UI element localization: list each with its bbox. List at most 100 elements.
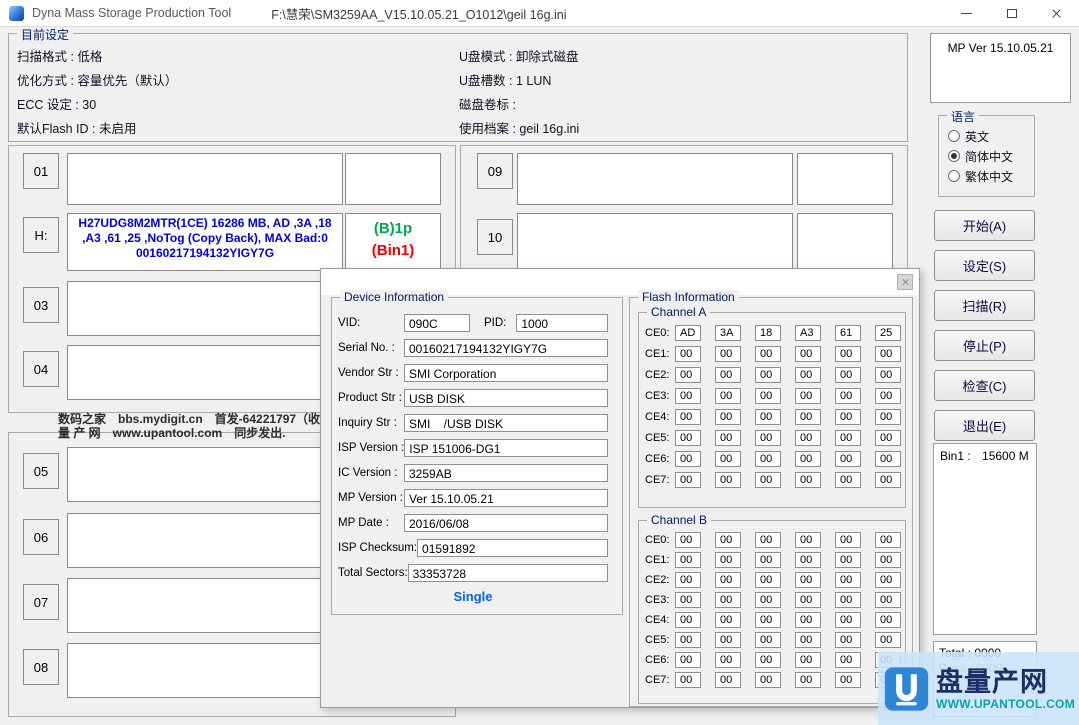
port-main-box: [67, 578, 343, 633]
titlebar[interactable]: Dyna Mass Storage Production Tool F:\慧荣\…: [0, 0, 1079, 27]
ce-row: CE2:000000000000: [645, 364, 905, 385]
language-group: 语言 英文 简体中文 繁体中文: [938, 115, 1035, 197]
ce-value-cell: 00: [795, 532, 821, 548]
ce-value-cell: 00: [715, 572, 741, 588]
ce-row: CE7:000000000000: [645, 670, 905, 690]
ce-value-cell: 00: [675, 430, 701, 446]
language-option-simplified-chinese[interactable]: 简体中文: [939, 146, 1034, 166]
exit-button[interactable]: 退出(E): [934, 410, 1035, 441]
check-button[interactable]: 检查(C): [934, 370, 1035, 401]
port-side-box: (B)1p (Bin1): [345, 213, 441, 271]
vendor-str-field: SMI Corporation: [404, 364, 608, 382]
ce-value-cell: 00: [795, 672, 821, 688]
ce-value-cell: A3: [795, 325, 821, 341]
serial-no-field: 00160217194132YIGY7G: [404, 339, 608, 357]
language-option-traditional-chinese[interactable]: 繁体中文: [939, 166, 1034, 186]
ce-value-cell: 00: [795, 612, 821, 628]
bin-value: 15600 M: [982, 449, 1029, 463]
ce-value-cell: 00: [675, 592, 701, 608]
isp-checksum-row: ISP Checksum: 01591892: [338, 539, 608, 557]
bin-panel: Bin1 : 15600 M: [933, 443, 1037, 635]
ce-value-cell: 00: [675, 451, 701, 467]
ce-value-cell: 00: [835, 451, 861, 467]
ic-version-field: 3259AB: [404, 464, 608, 482]
pid-field: 1000: [516, 314, 608, 332]
language-option-english[interactable]: 英文: [939, 126, 1034, 146]
ce-value-cell: 00: [875, 592, 901, 608]
radio-unchecked-icon: [948, 130, 960, 142]
mp-version-text: MP Ver 15.10.05.21: [931, 34, 1070, 55]
setting-scan-format: 扫描格式 : 低格: [17, 46, 177, 70]
vid-label: VID:: [338, 317, 404, 329]
ce-value-cell: 00: [875, 430, 901, 446]
ce-value-cell: 00: [835, 532, 861, 548]
port-main-box: H27UDG8M2MTR(1CE) 16286 MB, AD ,3A ,18 ,…: [67, 213, 343, 271]
product-str-row: Product Str : USB DISK: [338, 389, 608, 407]
ce-value-cell: 00: [835, 672, 861, 688]
ce-label: CE6:: [645, 654, 675, 666]
channel-b-title: Channel B: [647, 513, 711, 527]
start-button[interactable]: 开始(A): [934, 210, 1035, 241]
ce-value-cell: 00: [835, 632, 861, 648]
current-settings-group: 目前设定 扫描格式 : 低格 优化方式 : 容量优先（默认） ECC 设定 : …: [8, 33, 908, 142]
current-settings-title: 目前设定: [17, 26, 73, 43]
isp-version-field: ISP 151006-DG1: [404, 439, 608, 457]
port-slot-label: H:: [23, 217, 59, 253]
port-main-box: [67, 281, 343, 336]
ce-row: CE1:000000000000: [645, 343, 905, 364]
ce-label: CE1:: [645, 554, 675, 566]
ce-row: CE7:000000000000: [645, 469, 905, 490]
port-slot-label: 01: [23, 153, 59, 189]
vid-field: 090C: [404, 314, 470, 332]
ce-label: CE5:: [645, 634, 675, 646]
ce-row: CE2:000000000000: [645, 570, 905, 590]
ce-row: CE6:000000000000: [645, 448, 905, 469]
ce-value-cell: 00: [875, 409, 901, 425]
isp-version-row: ISP Version : ISP 151006-DG1: [338, 439, 608, 457]
ce-label: CE2:: [645, 574, 675, 586]
vid-pid-row: VID: 090C PID: 1000: [338, 314, 608, 332]
ce-value-cell: 00: [795, 652, 821, 668]
ce-value-cell: 00: [755, 472, 781, 488]
upantool-logo-icon: [884, 663, 929, 715]
ce-value-cell: 00: [715, 592, 741, 608]
ce-value-cell: 00: [875, 388, 901, 404]
port-side-box: [797, 213, 893, 271]
dialog-close-button[interactable]: [897, 274, 913, 290]
minimize-button[interactable]: [944, 0, 989, 27]
ce-label: CE4:: [645, 411, 675, 423]
field-label: ISP Checksum:: [338, 542, 417, 554]
ce-label: CE2:: [645, 369, 675, 381]
device-info-dialog: Device Information VID: 090C PID: 1000 S…: [320, 268, 920, 708]
ce-value-cell: 00: [875, 632, 901, 648]
port-slot-label: 10: [477, 219, 513, 255]
ce-value-cell: 00: [715, 532, 741, 548]
scan-button[interactable]: 扫描(R): [934, 290, 1035, 321]
radio-checked-icon: [948, 150, 960, 162]
ce-row: CE5:000000000000: [645, 630, 905, 650]
ce-row: CE0:000000000000: [645, 530, 905, 550]
field-label: ISP Version :: [338, 442, 404, 454]
ce-label: CE0:: [645, 327, 675, 339]
ce-value-cell: 00: [675, 612, 701, 628]
ce-value-cell: 00: [755, 672, 781, 688]
ce-value-cell: 00: [715, 388, 741, 404]
ce-value-cell: 00: [715, 346, 741, 362]
stop-button[interactable]: 停止(P): [934, 330, 1035, 361]
ce-value-cell: 00: [715, 472, 741, 488]
ce-value-cell: 61: [835, 325, 861, 341]
ce-value-cell: 00: [675, 652, 701, 668]
upantool-watermark: 盘量产网 WWW.UPANTOOL.COM: [878, 652, 1079, 725]
port-slot-label: 04: [23, 351, 59, 387]
close-button[interactable]: [1034, 0, 1079, 27]
setting-button[interactable]: 设定(S): [934, 250, 1035, 281]
config-file-path: F:\慧荣\SM3259AA_V15.10.05.21_O1012\geil 1…: [271, 4, 566, 23]
ic-version-row: IC Version : 3259AB: [338, 464, 608, 482]
ce-label: CE0:: [645, 534, 675, 546]
channel-a-group: Channel A CE0:AD3A18A36125CE1:0000000000…: [638, 312, 906, 508]
field-label: Inquiry Str :: [338, 417, 404, 429]
channel-b-rows: CE0:000000000000CE1:000000000000CE2:0000…: [639, 521, 905, 690]
ce-value-cell: 00: [835, 409, 861, 425]
maximize-button[interactable]: [989, 0, 1034, 27]
field-label: Serial No. :: [338, 342, 404, 354]
